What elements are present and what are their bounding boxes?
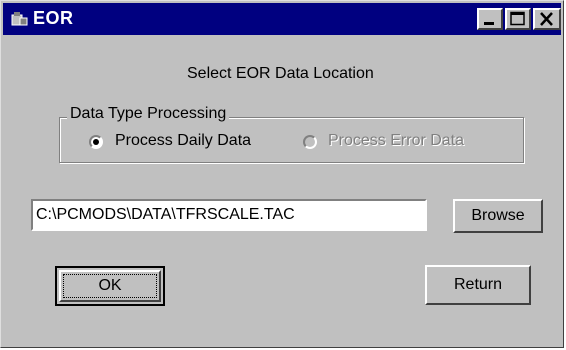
window-title: EOR bbox=[33, 8, 74, 28]
app-icon bbox=[11, 12, 28, 26]
radio-daily-data[interactable] bbox=[89, 135, 103, 149]
title-bar[interactable]: EOR bbox=[3, 3, 561, 35]
browse-button[interactable]: Browse bbox=[453, 199, 543, 233]
return-label: Return bbox=[453, 276, 503, 293]
radio-daily-label[interactable]: Process Daily Data bbox=[115, 132, 251, 150]
return-button[interactable]: Return bbox=[425, 265, 531, 305]
minimize-button[interactable] bbox=[477, 8, 503, 30]
close-button[interactable] bbox=[533, 8, 561, 30]
radio-error-data[interactable] bbox=[303, 135, 317, 149]
radio-selected-dot bbox=[93, 139, 99, 145]
path-input[interactable]: C:\PCMODS\DATA\TFRSCALE.TAC bbox=[31, 199, 427, 231]
group-legend: Data Type Processing bbox=[67, 105, 230, 123]
close-icon bbox=[540, 12, 553, 26]
ok-button[interactable]: OK bbox=[55, 266, 165, 306]
ok-label: OK bbox=[98, 277, 122, 294]
maximize-icon bbox=[510, 11, 525, 26]
browse-label: Browse bbox=[471, 207, 525, 224]
heading-label: Select EOR Data Location bbox=[187, 65, 374, 82]
maximize-button[interactable] bbox=[505, 8, 531, 30]
radio-error-label[interactable]: Process Error Data bbox=[328, 132, 464, 150]
minimize-icon bbox=[484, 22, 494, 25]
eor-window: EOR Select EOR Data Location Data Type P… bbox=[0, 0, 564, 348]
